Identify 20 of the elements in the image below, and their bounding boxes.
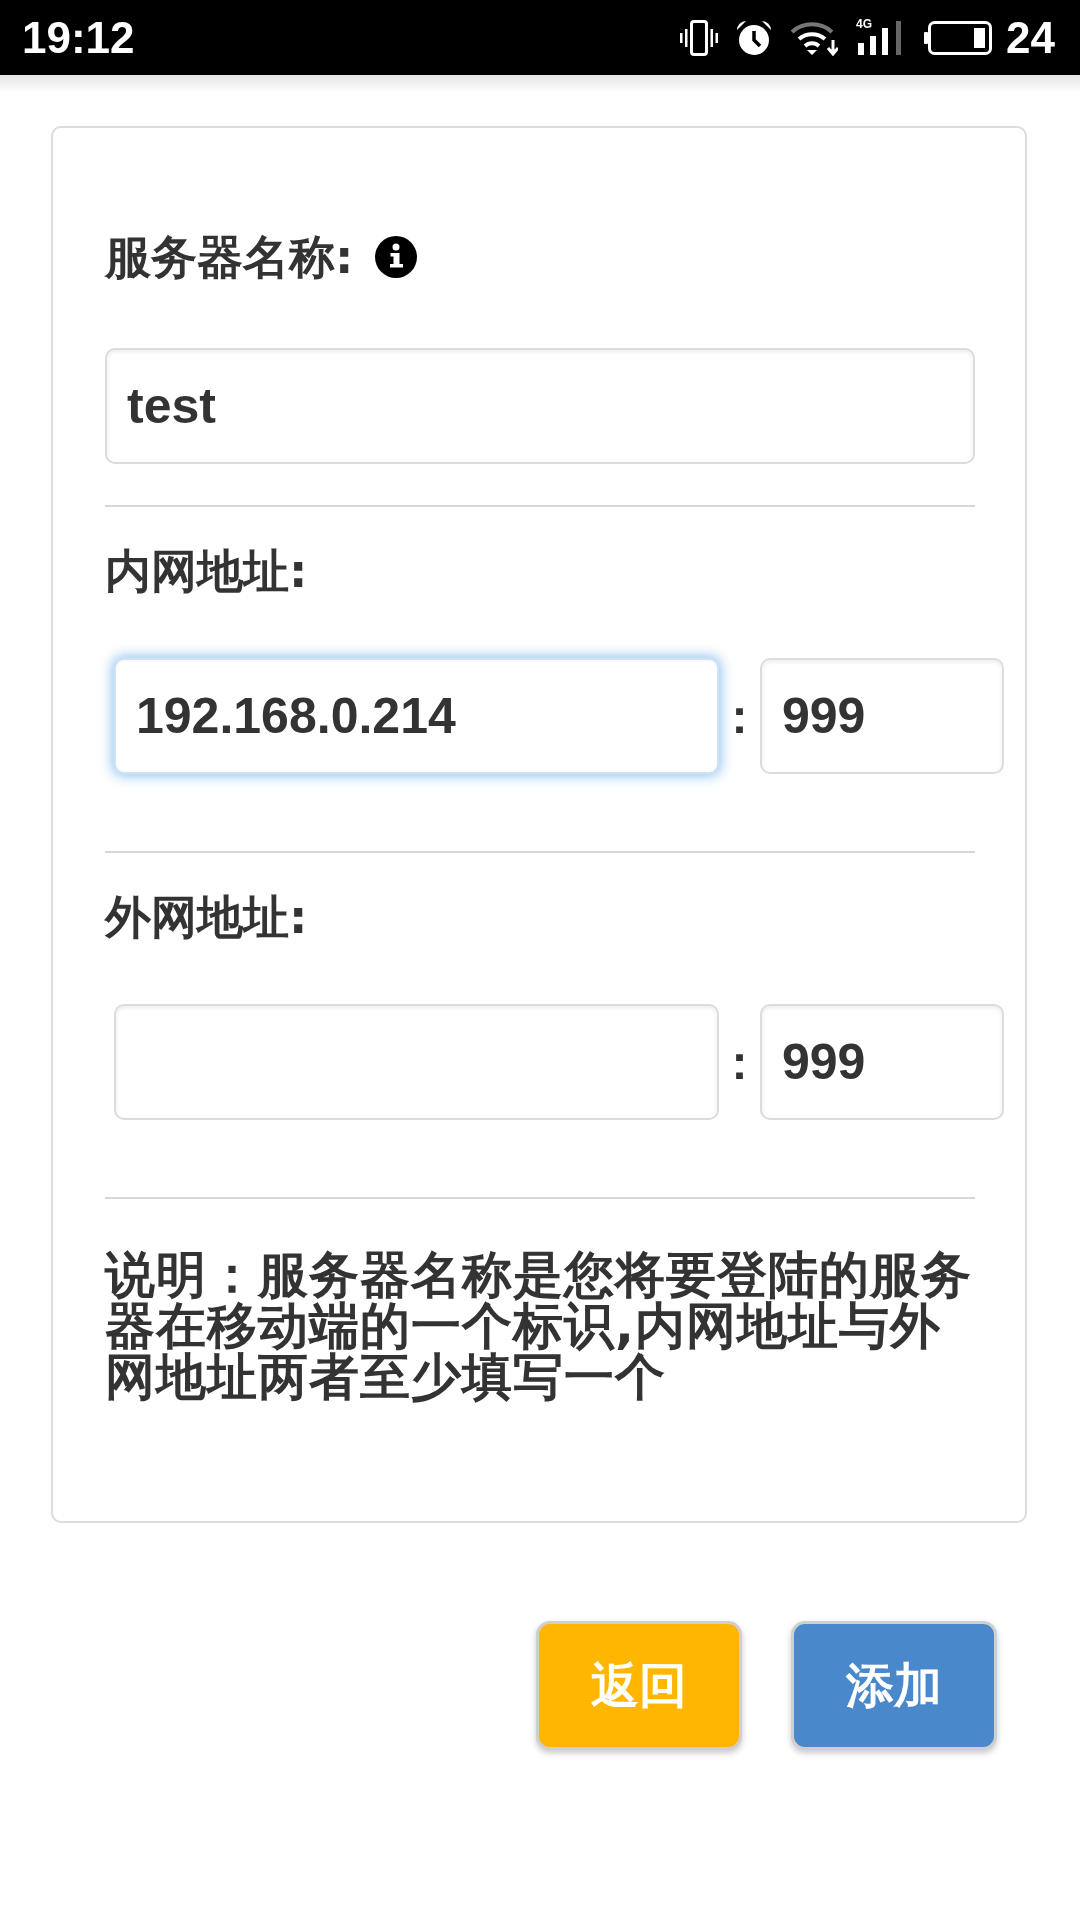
- description-text: 说明：服务器名称是您将要登陆的服务器在移动端的一个标识,内网地址与外网地址两者至少填写一个: [105, 1250, 973, 1403]
- separator-colon: :: [730, 688, 749, 744]
- port-field[interactable]: 999: [760, 658, 1004, 774]
- wifi-icon: [790, 19, 839, 56]
- network-type-label: 4G: [856, 17, 873, 30]
- separator-colon: :: [730, 1034, 749, 1090]
- address-field[interactable]: [114, 1004, 719, 1120]
- alarm-clock-icon: [736, 19, 773, 56]
- field-label: 内网地址:: [105, 543, 308, 599]
- text-field[interactable]: test: [105, 348, 975, 464]
- port-field[interactable]: 999: [760, 1004, 1004, 1120]
- clock-time: 19:12: [22, 12, 135, 63]
- address-field[interactable]: 192.168.0.214: [114, 658, 719, 774]
- battery-percent: 24: [1006, 12, 1055, 63]
- add-button[interactable]: 添加: [791, 1621, 997, 1750]
- field-label: 外网地址:: [105, 889, 308, 945]
- info-icon[interactable]: [375, 236, 418, 278]
- vibrate-icon: [680, 19, 719, 56]
- field-label: 服务器名称:: [105, 229, 354, 285]
- battery-icon: [924, 20, 993, 55]
